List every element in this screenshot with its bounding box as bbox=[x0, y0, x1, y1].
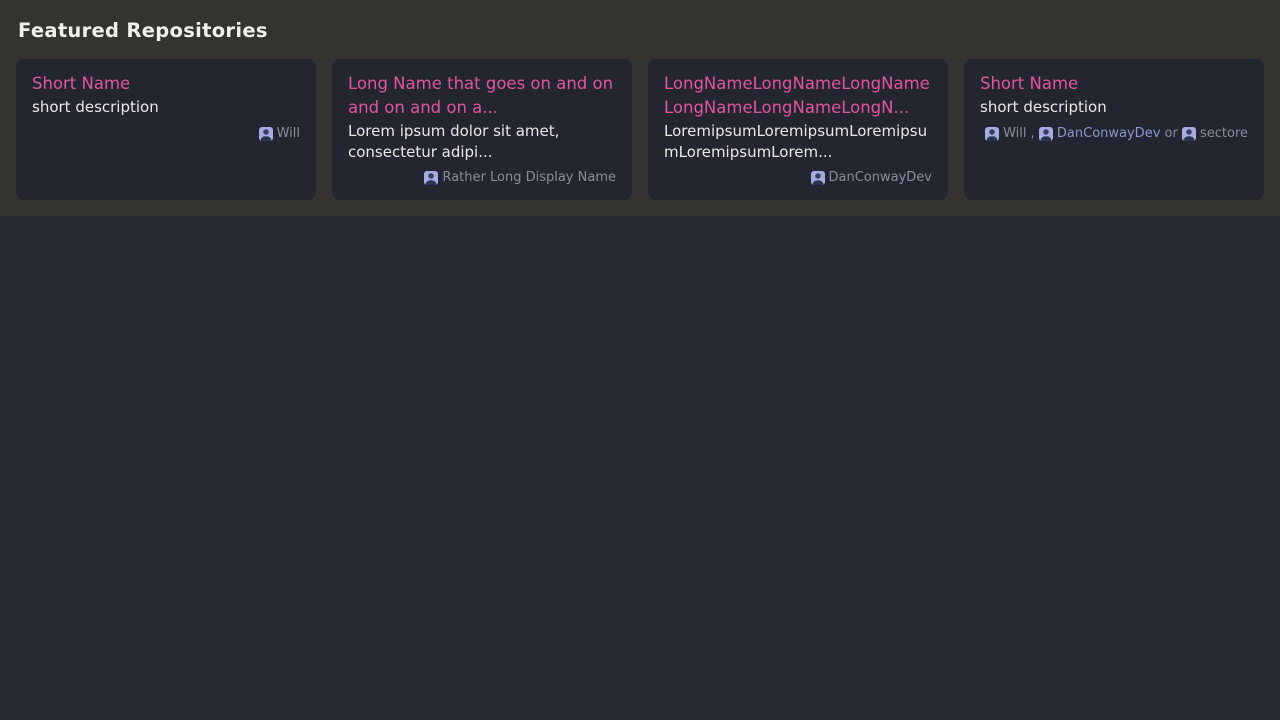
repo-name[interactable]: Short Name bbox=[32, 72, 300, 96]
repo-description: short description bbox=[32, 97, 300, 118]
repo-description: Lorem ipsum dolor sit amet, consectetur … bbox=[348, 121, 616, 162]
author-separator: , bbox=[1027, 126, 1039, 141]
repo-name[interactable]: LongNameLongNameLongNameLongNameLongName… bbox=[664, 72, 932, 120]
repo-author[interactable]: Rather Long Display Name bbox=[424, 170, 616, 186]
repo-author[interactable]: Will bbox=[259, 126, 300, 142]
author-name: Rather Long Display Name bbox=[442, 170, 616, 186]
user-avatar-icon bbox=[424, 171, 438, 185]
author-separator: or bbox=[1160, 126, 1182, 141]
author-name: sectore bbox=[1200, 126, 1248, 142]
user-avatar-icon bbox=[985, 127, 999, 141]
repo-description: short description bbox=[980, 97, 1248, 118]
repo-authors: Will bbox=[32, 126, 300, 143]
user-avatar-icon bbox=[1039, 127, 1053, 141]
repo-description: LoremipsumLoremipsumLoremipsumLoremipsum… bbox=[664, 121, 932, 162]
page-title: Featured Repositories bbox=[18, 20, 1262, 42]
author-name: DanConwayDev bbox=[1057, 126, 1160, 142]
repo-authors: Rather Long Display Name bbox=[348, 170, 616, 187]
repo-card[interactable]: Short Name short description Will bbox=[16, 59, 316, 200]
repo-authors: Will , DanConwayDev or sectore bbox=[980, 126, 1248, 143]
repo-card[interactable]: Long Name that goes on and on and on and… bbox=[332, 59, 632, 200]
repo-author[interactable]: DanConwayDev bbox=[811, 170, 932, 186]
featured-repositories-section: Featured Repositories Short Name short d… bbox=[0, 0, 1280, 216]
repo-authors: DanConwayDev bbox=[664, 170, 932, 187]
user-avatar-icon bbox=[811, 171, 825, 185]
author-name: Will bbox=[1003, 126, 1026, 142]
repo-author[interactable]: sectore bbox=[1182, 126, 1248, 142]
author-name: DanConwayDev bbox=[829, 170, 932, 186]
author-name: Will bbox=[277, 126, 300, 142]
repo-cards-row: Short Name short description Will Long N… bbox=[16, 59, 1264, 200]
repo-card[interactable]: Short Name short description Will , DanC… bbox=[964, 59, 1264, 200]
repo-name[interactable]: Long Name that goes on and on and on and… bbox=[348, 72, 616, 120]
user-avatar-icon bbox=[1182, 127, 1196, 141]
user-avatar-icon bbox=[259, 127, 273, 141]
repo-author[interactable]: DanConwayDev bbox=[1039, 126, 1160, 142]
repo-name[interactable]: Short Name bbox=[980, 72, 1248, 96]
repo-card[interactable]: LongNameLongNameLongNameLongNameLongName… bbox=[648, 59, 948, 200]
repo-author[interactable]: Will bbox=[985, 126, 1026, 142]
